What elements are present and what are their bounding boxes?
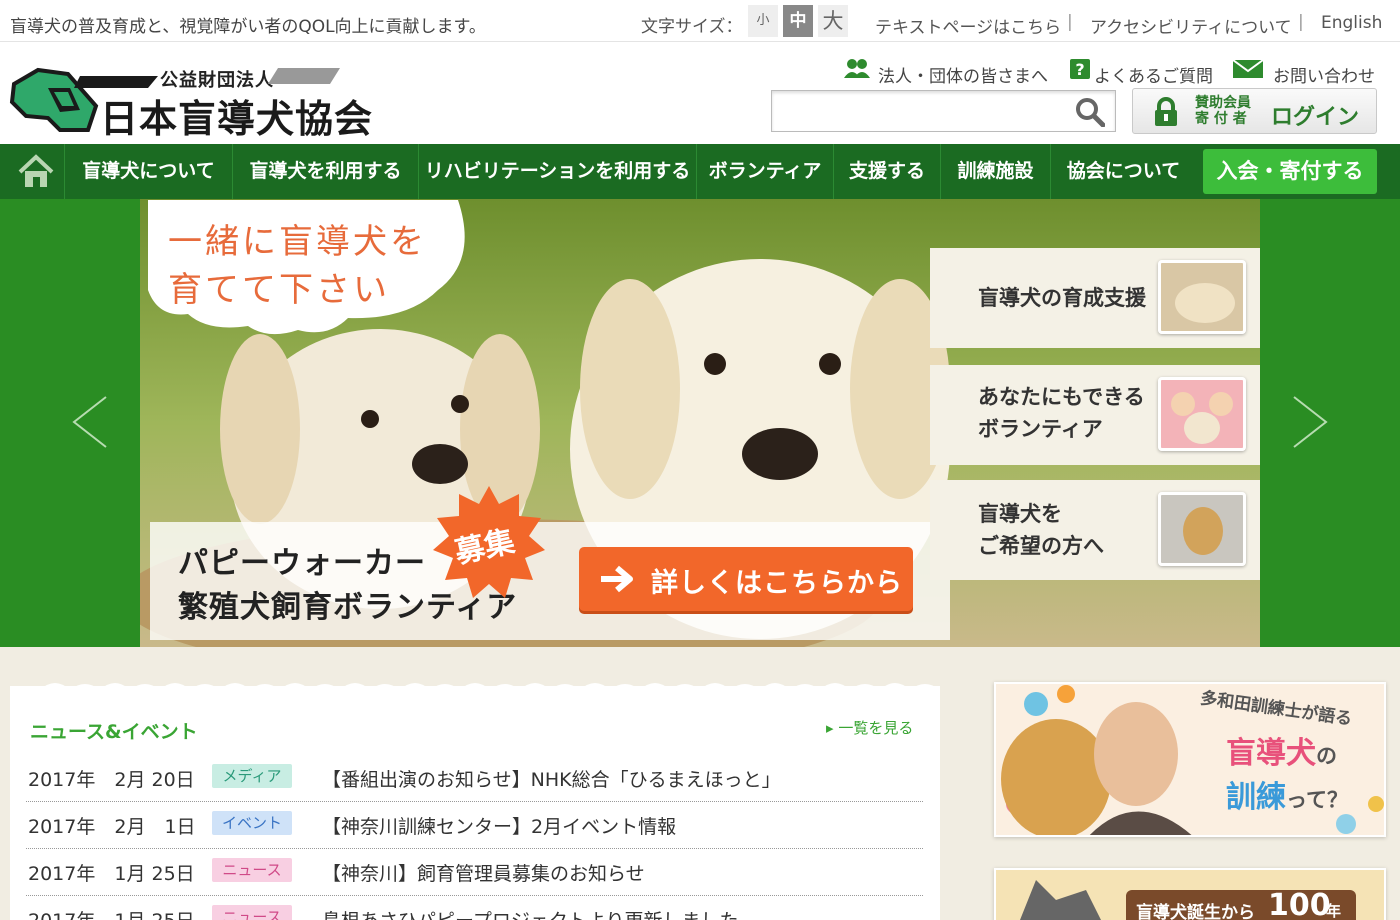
carousel-prev-icon[interactable] bbox=[70, 395, 110, 449]
side-card-apply[interactable]: 盲導犬を ご希望の方へ bbox=[930, 480, 1260, 580]
news-row[interactable]: 2017年 2月 1日 イベント 【神奈川訓練センター】2月イベント情報 bbox=[26, 802, 923, 849]
sleeping-puppy-thumbnail bbox=[1158, 260, 1246, 334]
corporate-link[interactable]: 法人・団体の皆さまへ bbox=[878, 62, 1048, 87]
logo-stripe-icon bbox=[268, 68, 340, 84]
site-tagline: 盲導犬の普及育成と、視覚障がい者のQOL向上に貢献します。 bbox=[10, 17, 486, 37]
mail-icon bbox=[1232, 59, 1264, 78]
family-dog-photo-icon bbox=[1161, 380, 1243, 448]
global-nav: 盲導犬について 盲導犬を利用する リハビリテーションを利用する ボランティア 支… bbox=[0, 144, 1400, 199]
login-member-label: 賛助会員 寄 付 者 bbox=[1195, 95, 1251, 127]
side-card-label: 盲導犬を ご希望の方へ bbox=[978, 498, 1104, 562]
nav-item-association[interactable]: 協会について bbox=[1050, 144, 1196, 199]
side-card-line2: ボランティア bbox=[978, 417, 1103, 441]
join-donate-button[interactable]: 入会・寄付する bbox=[1203, 149, 1377, 194]
search-input[interactable] bbox=[780, 97, 1070, 125]
font-size-label: 文字サイズ： bbox=[641, 17, 743, 37]
nav-home[interactable] bbox=[8, 144, 64, 199]
news-headline[interactable]: 【番組出演のお知らせ】NHK総合「ひるまえほっと」 bbox=[322, 765, 781, 792]
nav-item-support[interactable]: 支援する bbox=[833, 144, 940, 199]
site-header: 公益財団法人 日本盲導犬協会 法人・団体の皆さまへ ? よくあるご質問 お問い合… bbox=[0, 42, 1400, 144]
centennial-number: 100 bbox=[1268, 888, 1331, 920]
accessibility-link[interactable]: アクセシビリティについて bbox=[1090, 13, 1292, 38]
news-date: 2017年 2月 20日 bbox=[28, 769, 195, 791]
promo-line2: 盲導犬の bbox=[1226, 728, 1337, 772]
centennial-unit: 年 bbox=[1326, 902, 1342, 920]
news-title: ニュース&イベント bbox=[30, 721, 198, 743]
side-card-line1: 盲導犬を bbox=[978, 502, 1062, 526]
arrow-right-icon bbox=[601, 565, 633, 593]
news-date: 2017年 1月 25日 bbox=[28, 906, 195, 920]
news-more-label: 一覧を見る bbox=[838, 719, 914, 737]
svg-text:?: ? bbox=[1075, 60, 1084, 79]
news-more-link[interactable]: ▸ 一覧を見る bbox=[826, 717, 913, 738]
news-row[interactable]: 2017年 1月 25日 ニュース 島根あさひパピープロジェクトより更新しました bbox=[26, 896, 923, 920]
home-icon bbox=[18, 154, 54, 187]
volunteer-thumbnail bbox=[1158, 377, 1246, 451]
promo-line3: 訓練って？ bbox=[1226, 772, 1348, 816]
nav-item-use-guide-dogs[interactable]: 盲導犬を利用する bbox=[232, 144, 418, 199]
carousel-next-icon[interactable] bbox=[1290, 395, 1330, 449]
promo-line3-main: 訓練 bbox=[1226, 780, 1286, 815]
news-tag-media: メディア bbox=[212, 764, 292, 788]
nav-item-about-guide-dogs[interactable]: 盲導犬について bbox=[64, 144, 232, 199]
puppy-photo-icon bbox=[1161, 263, 1243, 331]
separator: | bbox=[1067, 12, 1073, 32]
details-button-label: 詳しくはこちらから bbox=[651, 568, 903, 599]
news-headline[interactable]: 【神奈川訓練センター】2月イベント情報 bbox=[322, 812, 676, 839]
login-label: ログイン bbox=[1271, 105, 1360, 130]
details-button[interactable]: 詳しくはこちらから bbox=[579, 547, 913, 611]
login-sub-line1: 賛助会員 bbox=[1195, 95, 1251, 111]
search-box bbox=[771, 90, 1116, 132]
guide-dog-thumbnail bbox=[1158, 492, 1246, 566]
promo-line3-particle: って？ bbox=[1286, 788, 1348, 812]
promo-line2-main: 盲導犬 bbox=[1226, 736, 1316, 771]
news-date: 2017年 2月 1日 bbox=[28, 816, 196, 838]
text-page-link[interactable]: テキストページはこちら bbox=[875, 13, 1061, 38]
side-card-label: あなたにもできる ボランティア bbox=[978, 381, 1145, 445]
font-size-medium-button[interactable]: 中 bbox=[783, 5, 813, 37]
utility-bar: 盲導犬の普及育成と、視覚障がい者のQOL向上に貢献します。 文字サイズ： 小 中… bbox=[0, 0, 1400, 42]
hero-headline: 一緒に盲導犬を 育てて下さい bbox=[168, 218, 427, 314]
english-link[interactable]: English bbox=[1321, 13, 1382, 33]
hero-headline-line1: 一緒に盲導犬を bbox=[168, 222, 427, 262]
guide-dog-photo-icon bbox=[1161, 495, 1243, 563]
font-size-small-button[interactable]: 小 bbox=[748, 5, 778, 37]
search-icon[interactable] bbox=[1075, 97, 1105, 127]
side-card-volunteer[interactable]: あなたにもできる ボランティア bbox=[930, 365, 1260, 465]
side-card-line1: あなたにもできる bbox=[978, 385, 1145, 409]
banner-line1: パピーウォーカー bbox=[178, 546, 426, 581]
side-card-breeding-support[interactable]: 盲導犬の育成支援 bbox=[930, 248, 1260, 348]
news-tag-news: ニュース bbox=[212, 905, 292, 920]
logo-title: 日本盲導犬協会 bbox=[100, 97, 374, 141]
login-sub-line2: 寄 付 者 bbox=[1195, 111, 1247, 127]
news-tag-news: ニュース bbox=[212, 858, 292, 882]
question-icon: ? bbox=[1070, 59, 1090, 79]
separator: | bbox=[1298, 12, 1304, 32]
contact-link[interactable]: お問い合わせ bbox=[1273, 62, 1375, 87]
nav-item-volunteer[interactable]: ボランティア bbox=[696, 144, 833, 199]
trainer-promo-banner[interactable]: 多和田訓練士が語る 盲導犬の 訓練って？ bbox=[994, 682, 1386, 837]
nav-item-rehabilitation[interactable]: リハビリテーションを利用する bbox=[418, 144, 696, 199]
side-card-line2: ご希望の方へ bbox=[978, 534, 1104, 558]
promo-line2-particle: の bbox=[1316, 744, 1337, 768]
font-size-large-button[interactable]: 大 bbox=[818, 5, 848, 37]
news-date: 2017年 1月 25日 bbox=[28, 863, 195, 885]
news-headline[interactable]: 【神奈川】飼育管理員募集のお知らせ bbox=[322, 859, 645, 886]
people-icon bbox=[844, 59, 870, 78]
news-headline[interactable]: 島根あさひパピープロジェクトより更新しました bbox=[322, 906, 738, 920]
news-tag-event: イベント bbox=[212, 811, 292, 835]
hero-headline-line2: 育てて下さい bbox=[168, 270, 390, 310]
faq-link[interactable]: よくあるご質問 bbox=[1094, 62, 1213, 87]
news-row[interactable]: 2017年 2月 20日 メディア 【番組出演のお知らせ】NHK総合「ひるまえほ… bbox=[26, 755, 923, 802]
centennial-text: 盲導犬誕生から bbox=[1136, 903, 1255, 920]
centennial-promo-banner[interactable]: 盲導犬誕生から 100 年 bbox=[994, 868, 1386, 920]
login-button[interactable]: 賛助会員 寄 付 者 ログイン bbox=[1132, 88, 1377, 134]
news-row[interactable]: 2017年 1月 25日 ニュース 【神奈川】飼育管理員募集のお知らせ bbox=[26, 849, 923, 896]
nav-item-facilities[interactable]: 訓練施設 bbox=[940, 144, 1050, 199]
side-card-label: 盲導犬の育成支援 bbox=[978, 286, 1146, 310]
lock-icon bbox=[1155, 97, 1177, 126]
